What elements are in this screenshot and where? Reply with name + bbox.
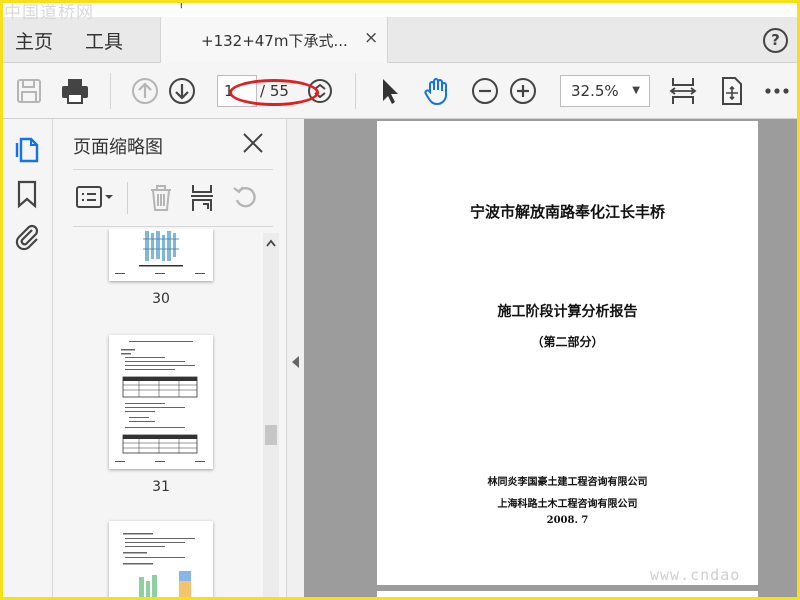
document-page: 宁波市解放南路奉化江长丰桥 施工阶段计算分析报告 （第二部分） 林同炎李国豪土建… xyxy=(377,121,758,585)
thumbnail-label: 30 xyxy=(152,291,170,307)
next-page-icon[interactable] xyxy=(166,75,198,107)
watermark-bottom: www.cndao xyxy=(650,566,741,584)
red-annotation-ellipse xyxy=(229,79,319,106)
thumbnail-label: 31 xyxy=(152,479,170,495)
zoom-in-icon[interactable] xyxy=(507,75,539,107)
hand-tool-icon[interactable] xyxy=(421,75,453,107)
scrollbar-thumb[interactable] xyxy=(265,425,277,445)
chevron-left-icon[interactable] xyxy=(291,356,300,368)
rotate-page-icon[interactable] xyxy=(231,183,259,211)
document-part: （第二部分） xyxy=(531,335,604,349)
attachment-icon[interactable] xyxy=(12,221,42,251)
full-screen-icon[interactable] xyxy=(715,75,747,107)
document-title: 宁波市解放南路奉化江长丰桥 xyxy=(469,203,665,221)
toolbar: 1 / 55 32.5% ▼ xyxy=(3,63,797,119)
chevron-down-icon: ▼ xyxy=(632,85,640,96)
panel-toolbar xyxy=(73,169,273,227)
document-view[interactable]: 宁波市解放南路奉化江长丰桥 施工阶段计算分析报告 （第二部分） 林同炎李国豪土建… xyxy=(304,119,797,600)
zoom-out-icon[interactable] xyxy=(469,75,501,107)
panel-title: 页面缩略图 xyxy=(73,137,163,158)
thumbnail-page-32[interactable] xyxy=(109,521,213,597)
extract-pages-icon[interactable] xyxy=(187,182,217,214)
toolbar-divider xyxy=(355,73,356,109)
toolbar-divider xyxy=(110,73,111,109)
menu-home[interactable]: 主页 xyxy=(15,27,53,54)
next-document-page xyxy=(377,591,758,600)
fit-width-icon[interactable] xyxy=(667,75,699,107)
thumbnail-list: 30 31 xyxy=(53,229,263,597)
panel-toolbar-divider xyxy=(127,182,128,214)
thumbnail-page-30[interactable] xyxy=(109,229,213,281)
thumbnail-options-icon[interactable] xyxy=(75,184,115,212)
thumbnail-content xyxy=(123,533,195,597)
thumbnail-scrollbar[interactable] xyxy=(263,233,279,597)
tab-close-icon[interactable]: × xyxy=(364,28,378,48)
watermark-top: 中国道桥网 xyxy=(4,3,94,23)
tab-title: +132+47m下承式... xyxy=(201,32,348,50)
bookmark-icon[interactable] xyxy=(14,179,40,209)
zoom-level-select[interactable]: 32.5% ▼ xyxy=(560,75,650,107)
document-organization-2: 上海科路土木工程咨询有限公司 xyxy=(497,499,638,510)
close-icon[interactable] xyxy=(241,131,265,155)
previous-page-icon[interactable] xyxy=(129,75,161,107)
chevron-up-icon[interactable] xyxy=(266,239,276,247)
thumbnail-page-31[interactable] xyxy=(109,335,213,469)
delete-page-icon[interactable] xyxy=(147,183,175,213)
document-organization-1: 林同炎李国豪土建工程咨询有限公司 xyxy=(487,477,648,488)
menu-bar: 主页 工具 +132+47m下承式... × ? xyxy=(3,17,797,63)
zoom-level-value: 32.5% xyxy=(571,82,619,100)
cropped-top-text: ˙˙˙˙˙˙˙˙˙| xyxy=(116,0,184,9)
save-icon[interactable] xyxy=(13,75,45,107)
left-tool-rail xyxy=(3,119,53,597)
page-thumbnails-panel: 页面缩略图 30 31 xyxy=(53,119,287,597)
panel-collapse-handle[interactable] xyxy=(287,119,304,597)
print-icon[interactable] xyxy=(59,75,91,107)
document-tab[interactable]: +132+47m下承式... × xyxy=(160,17,388,63)
select-cursor-icon[interactable] xyxy=(373,75,405,107)
document-date: 2008. 7 xyxy=(546,515,589,526)
more-options-icon[interactable] xyxy=(761,75,793,107)
thumbnail-content xyxy=(115,231,205,274)
thumbnail-content xyxy=(115,341,205,462)
document-subtitle: 施工阶段计算分析报告 xyxy=(497,304,638,320)
help-icon[interactable]: ? xyxy=(763,28,788,53)
menu-tools[interactable]: 工具 xyxy=(85,27,123,54)
page-thumbnails-icon[interactable] xyxy=(12,133,42,165)
